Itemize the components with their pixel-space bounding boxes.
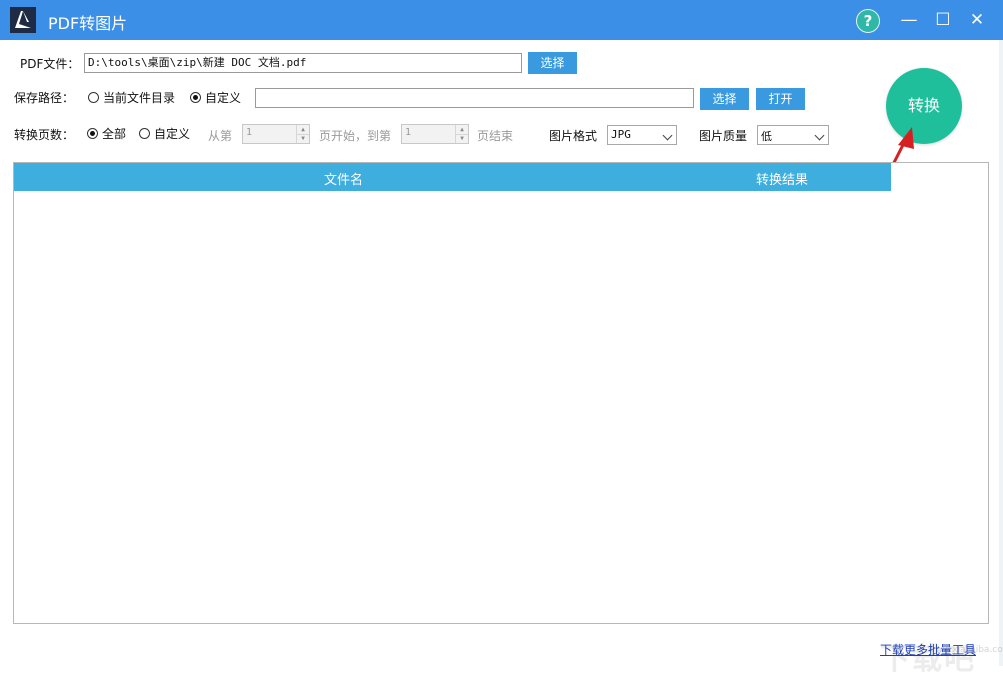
- radio-custom-pages-label: 自定义: [154, 127, 191, 141]
- pdf-app-logo-icon: [10, 7, 36, 33]
- open-folder-button[interactable]: 打开: [756, 88, 805, 110]
- window-title: PDF转图片: [48, 14, 128, 33]
- column-filename: 文件名: [324, 173, 364, 188]
- image-quality-value: 低: [761, 130, 772, 143]
- title-bar: PDF转图片 ? — ☐ ✕: [0, 0, 1003, 40]
- from-page-value: 1: [246, 127, 253, 138]
- to-page-spinbox[interactable]: 1 ▲ ▼: [401, 124, 469, 144]
- radio-custom-pages[interactable]: 自定义: [139, 125, 190, 141]
- save-path-input[interactable]: [255, 88, 694, 108]
- select-pdf-button[interactable]: 选择: [528, 52, 577, 74]
- pdf-file-path-input[interactable]: D:\tools\桌面\zip\新建 DOC 文档.pdf: [84, 53, 522, 73]
- save-path-label: 保存路径：: [14, 91, 75, 105]
- close-button[interactable]: ✕: [965, 8, 989, 32]
- radio-all-pages-circle[interactable]: [87, 128, 98, 139]
- chevron-down-icon: [814, 130, 825, 141]
- radio-custom-dir[interactable]: 自定义: [190, 89, 241, 105]
- radio-current-dir[interactable]: 当前文件目录: [88, 89, 175, 105]
- select-save-path-button[interactable]: 选择: [700, 88, 749, 110]
- radio-all-pages[interactable]: 全部: [87, 125, 126, 141]
- download-more-tools-link[interactable]: 下载更多批量工具: [880, 641, 976, 658]
- to-page-spin-arrows[interactable]: ▲ ▼: [455, 125, 468, 143]
- chevron-down-icon: [662, 130, 673, 141]
- image-quality-select[interactable]: 低: [757, 125, 829, 145]
- spin-down-icon[interactable]: ▼: [456, 134, 468, 143]
- spin-down-icon[interactable]: ▼: [297, 134, 309, 143]
- from-page-spinbox[interactable]: 1 ▲ ▼: [242, 124, 310, 144]
- image-quality-label: 图片质量: [699, 129, 748, 143]
- radio-all-pages-label: 全部: [102, 127, 127, 141]
- radio-custom-dir-label: 自定义: [205, 91, 242, 105]
- pdf-file-label: PDF文件：: [20, 57, 80, 71]
- from-page-label: 从第: [208, 129, 233, 143]
- column-result: 转换结果: [756, 173, 809, 188]
- pages-label: 转换页数：: [14, 128, 75, 142]
- middle-page-label: 页开始，到第: [319, 129, 392, 143]
- end-page-label: 页结束: [477, 129, 514, 143]
- file-table[interactable]: 文件名 转换结果: [13, 162, 989, 624]
- help-icon[interactable]: ?: [856, 9, 880, 33]
- from-page-spin-arrows[interactable]: ▲ ▼: [296, 125, 309, 143]
- minimize-button[interactable]: —: [897, 8, 921, 32]
- table-header: 文件名 转换结果: [14, 163, 891, 191]
- radio-custom-pages-circle[interactable]: [139, 128, 150, 139]
- image-format-value: JPG: [611, 128, 631, 141]
- radio-current-dir-label: 当前文件目录: [103, 91, 176, 105]
- radio-current-dir-circle[interactable]: [88, 92, 99, 103]
- window-right-edge: [999, 40, 1003, 666]
- maximize-button[interactable]: ☐: [931, 8, 955, 32]
- image-format-label: 图片格式: [549, 129, 598, 143]
- to-page-value: 1: [405, 127, 412, 138]
- radio-custom-dir-circle[interactable]: [190, 92, 201, 103]
- image-format-select[interactable]: JPG: [607, 125, 677, 145]
